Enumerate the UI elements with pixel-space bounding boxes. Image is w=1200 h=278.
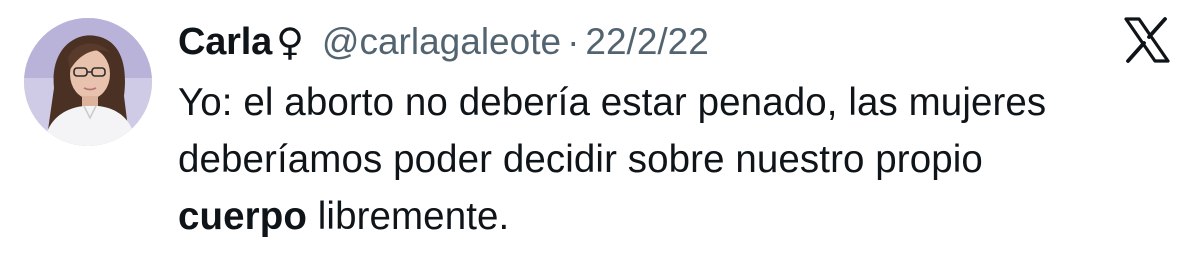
tweet-text-bold-word: cuerpo (178, 195, 307, 238)
avatar-image (24, 18, 152, 146)
female-sign-icon: ♀ (276, 20, 304, 64)
user-handle[interactable]: @carlagaleote (322, 21, 561, 63)
x-logo-icon[interactable] (1122, 16, 1172, 64)
tweet-text: Yo: el aborto no debería estar penado, l… (178, 74, 1178, 245)
header-separator: · (567, 21, 580, 62)
tweet-header: Carla ♀ @carlagaleote · 22/2/22 (178, 16, 709, 68)
tweet-text-line-3-rest: libremente. (306, 195, 510, 238)
display-name[interactable]: Carla (178, 21, 272, 64)
avatar[interactable] (24, 18, 152, 146)
tweet-card: Carla ♀ @carlagaleote · 22/2/22 Yo: el a… (0, 0, 1200, 278)
tweet-date[interactable]: 22/2/22 (585, 21, 708, 63)
tweet-text-line-1: Yo: el aborto no debería estar penado, l… (178, 81, 1047, 124)
tweet-text-line-2: deberíamos poder decidir sobre nuestro p… (178, 138, 983, 181)
tweet-text-line-3: cuerpo libremente. (178, 188, 1178, 245)
